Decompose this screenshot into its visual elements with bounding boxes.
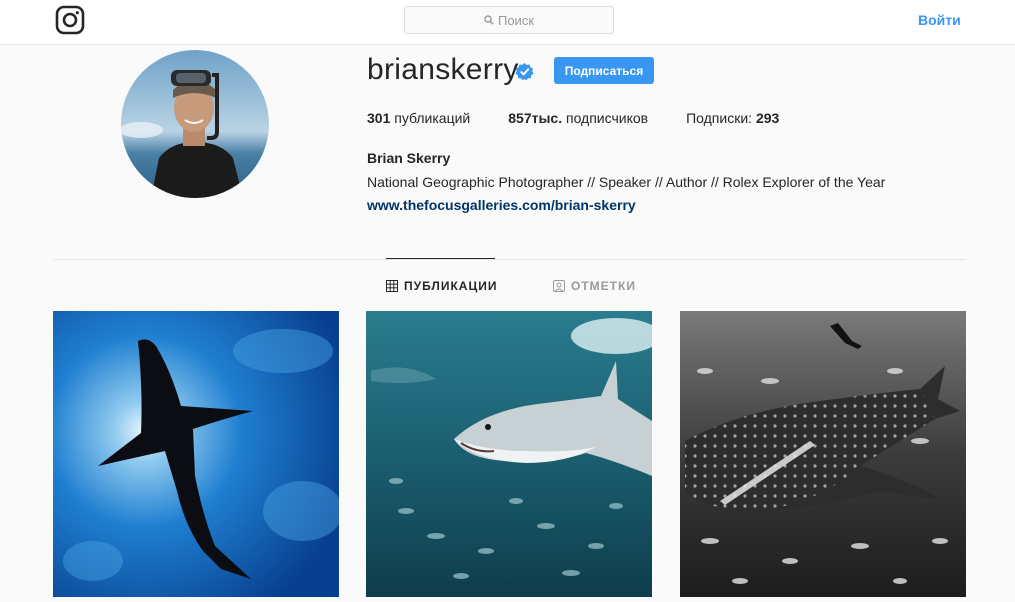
grid-icon <box>386 280 398 292</box>
profile-photo <box>121 50 269 198</box>
following-stat[interactable]: Подписки: 293 <box>686 110 779 126</box>
post-thumbnail[interactable] <box>680 311 966 597</box>
search-input[interactable]: Поиск <box>404 6 614 34</box>
post-thumbnail[interactable] <box>366 311 652 597</box>
search-placeholder: Поиск <box>497 12 535 28</box>
instagram-logo-icon[interactable] <box>55 5 85 35</box>
posts-stat: 301 публикаций <box>367 110 470 126</box>
tag-icon <box>553 280 565 292</box>
avatar[interactable] <box>121 50 269 198</box>
whale-shark-photo <box>680 311 966 597</box>
profile-username: brianskerry <box>367 53 519 86</box>
tab-posts[interactable]: ПУБЛИКАЦИИ <box>386 279 497 293</box>
tab-posts-label: ПУБЛИКАЦИИ <box>404 279 498 293</box>
profile-website-link[interactable]: www.thefocusgalleries.com/brian-skerry <box>367 197 636 213</box>
followers-count: 857тыс. <box>508 110 563 126</box>
tab-tagged-label: ОТМЕТКИ <box>571 279 636 293</box>
post-thumbnail[interactable] <box>53 311 339 597</box>
verified-badge-icon <box>515 62 534 81</box>
followers-label: подписчиков <box>566 110 649 126</box>
top-navbar: Поиск Войти <box>0 0 1015 45</box>
posts-count: 301 <box>367 110 391 126</box>
profile-bio: National Geographic Photographer // Spea… <box>367 174 886 190</box>
followers-stat[interactable]: 857тыс. подписчиков <box>508 110 648 126</box>
profile-stats: 301 публикаций 857тыс. подписчиков Подпи… <box>367 110 817 126</box>
follow-button[interactable]: Подписаться <box>554 57 654 84</box>
tabs-divider <box>53 259 966 260</box>
posts-label: публикаций <box>394 110 471 126</box>
following-count: 293 <box>755 110 780 126</box>
search-icon <box>484 15 494 25</box>
shark-silhouette-photo <box>53 311 339 597</box>
following-label: Подписки: <box>686 110 753 126</box>
login-link[interactable]: Войти <box>918 12 961 28</box>
tab-tagged[interactable]: ОТМЕТКИ <box>553 279 636 293</box>
profile-full-name: Brian Skerry <box>367 150 451 166</box>
great-white-shark-photo <box>366 311 652 597</box>
active-tab-indicator <box>386 258 495 259</box>
